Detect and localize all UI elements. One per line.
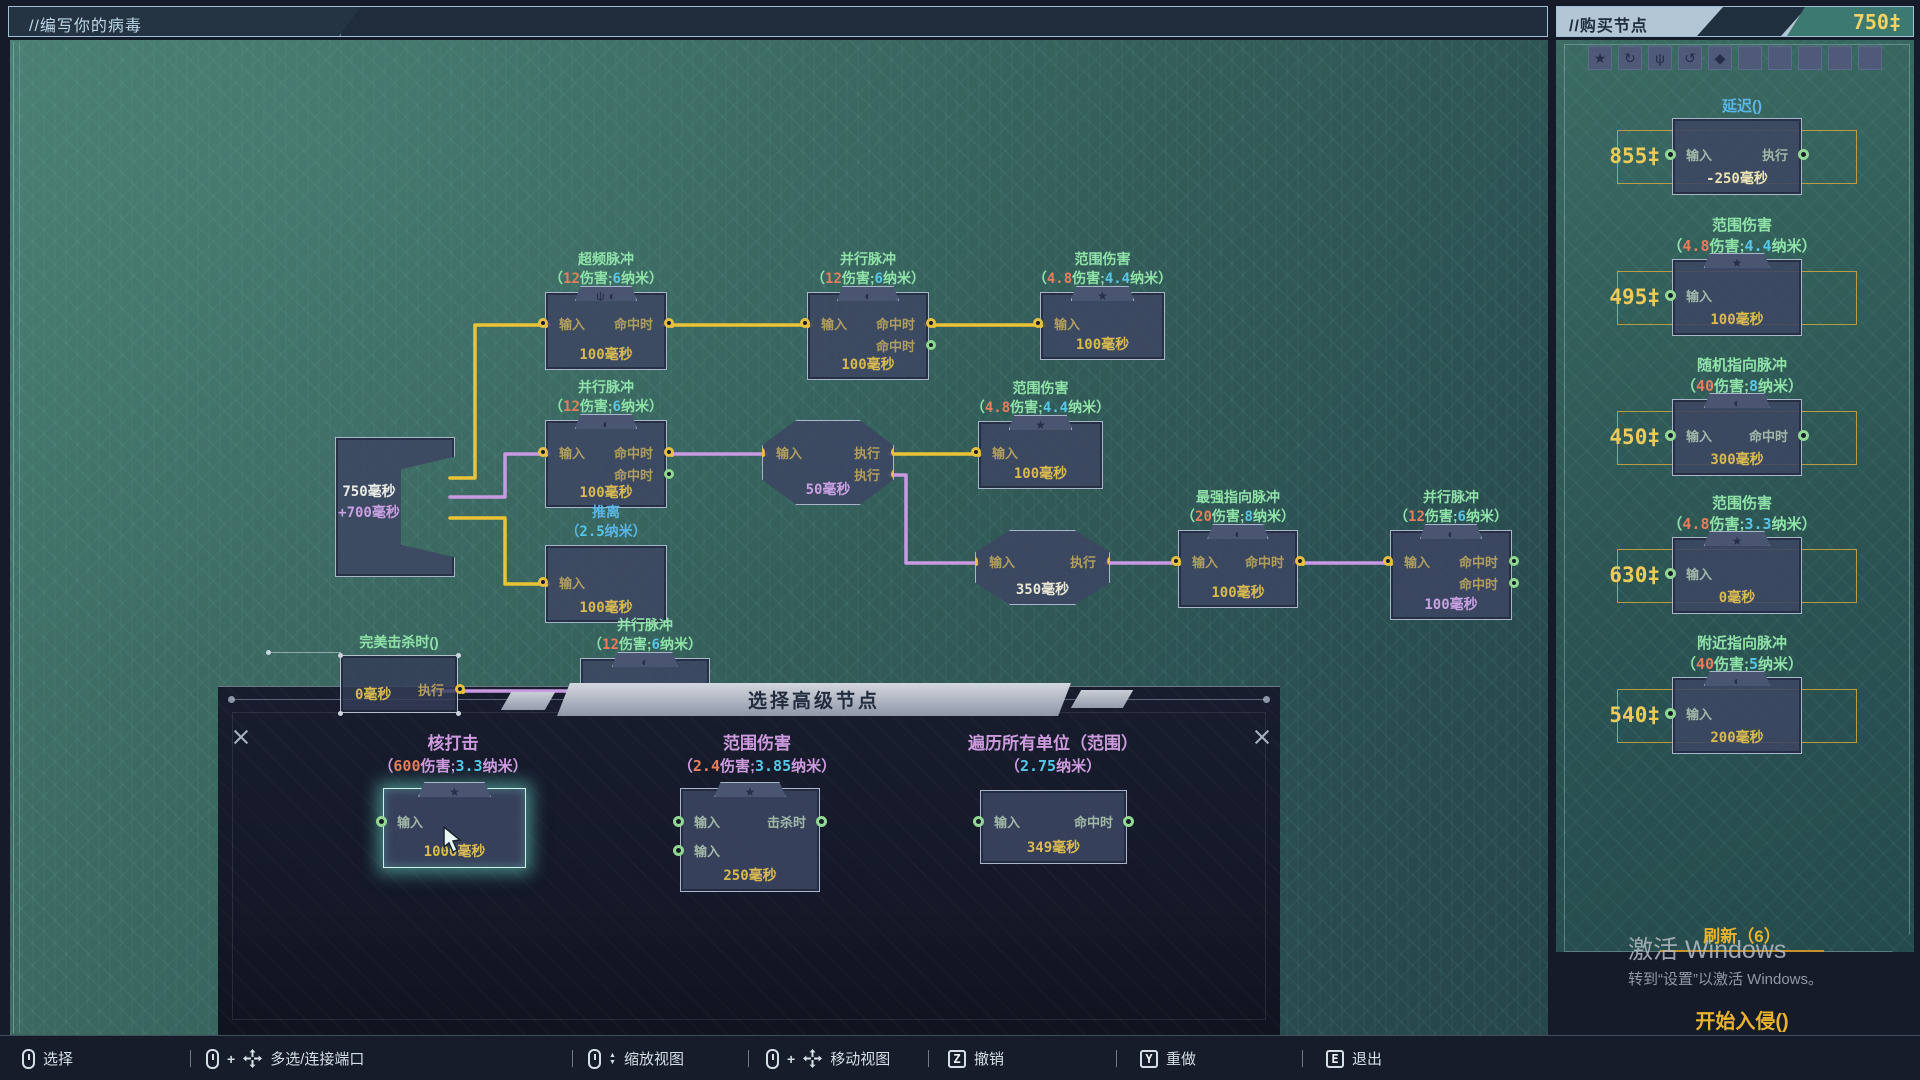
key-icon-e: E: [1326, 1050, 1344, 1068]
subtitle-part: （: [378, 758, 393, 775]
node-icon-tab: ★: [714, 782, 786, 797]
hint-group: Z 撤销: [948, 1036, 1004, 1080]
card-title: 遍历所有单位（范围） （2.75纳米）: [883, 733, 1223, 778]
hint-divider: [1116, 1050, 1117, 1067]
port-label: 输入: [694, 815, 720, 831]
hint-divider: [1302, 1050, 1303, 1067]
hint-group: ▲▼ 缩放视图: [588, 1036, 684, 1080]
app-root: //编写你的病毒 750‡ //购买节点 ★↻ψ↺◆ 超频脉冲（12伤害;6纳米…: [0, 0, 1920, 1080]
node-icon-tab: ★: [418, 782, 491, 797]
on-hit-port[interactable]: [1123, 816, 1134, 827]
key-icon-y: Y: [1140, 1050, 1158, 1068]
card-node-iterate-all-units[interactable]: 输入 命中时 349毫秒: [980, 790, 1127, 864]
gamepad-icon: [22, 1049, 35, 1069]
hint-label: 缩放视图: [624, 1048, 684, 1069]
hint-group: E 退出: [1326, 1036, 1382, 1080]
range-value: 2.75: [1020, 757, 1056, 775]
hint-divider: [190, 1050, 191, 1067]
port-label: 输入: [994, 815, 1020, 831]
hint-group: + 移动视图: [766, 1036, 890, 1080]
range-value: 3.85: [755, 757, 791, 775]
move-cross-icon: [803, 1049, 822, 1068]
input-port[interactable]: [673, 845, 684, 856]
mouse-cursor: [442, 826, 466, 854]
hint-divider: [928, 1050, 929, 1067]
windows-activation-watermark-sub: 转到“设置”以激活 Windows。: [1628, 968, 1823, 989]
star-icon: ★: [745, 785, 756, 799]
hint-label: 撤销: [974, 1048, 1004, 1069]
key-icon-z: Z: [948, 1050, 966, 1068]
hint-divider: [572, 1050, 573, 1067]
input-port[interactable]: [673, 816, 684, 827]
gamepad-icon: [766, 1049, 779, 1069]
subtitle-part: （: [1005, 758, 1020, 775]
subtitle-part: （: [678, 758, 693, 775]
card-node-aoe-damage-card[interactable]: ★输入输入击杀时250毫秒: [680, 788, 820, 892]
plus-icon: +: [227, 1051, 235, 1067]
star-icon: ★: [449, 785, 460, 799]
plus-icon: +: [787, 1051, 795, 1067]
hint-group: 选择: [22, 1036, 73, 1080]
card-title-text: 范围伤害: [723, 734, 791, 753]
damage-value: 600: [393, 757, 420, 775]
hint-label: 退出: [1352, 1048, 1382, 1069]
hint-group: Y 重做: [1140, 1036, 1196, 1080]
gamepad-icon: [206, 1049, 219, 1069]
hint-divider: [748, 1050, 749, 1067]
control-hint-bar: 选择 + 多选/连接端口 ▲▼ 缩放视图 + 移动视图 Z 撤销 Y 重做 E 退出: [0, 1035, 1920, 1080]
card-subtitle: （2.4伤害;3.85纳米）: [587, 755, 927, 778]
subtitle-part: 纳米）: [483, 758, 528, 775]
port-label: 命中时: [1074, 815, 1113, 831]
range-value: 3.3: [456, 757, 483, 775]
hint-group: + 多选/连接端口: [206, 1036, 364, 1080]
gamepad-icon: [588, 1049, 601, 1069]
card-title: 核打击 （600伤害;3.3纳米）: [283, 733, 623, 778]
subtitle-part: 纳米）: [791, 758, 836, 775]
port-label: 输入: [694, 844, 720, 860]
card-title-text: 遍历所有单位（范围）: [968, 734, 1138, 753]
node-duration: 250毫秒: [681, 865, 819, 885]
subtitle-part: 伤害;: [421, 758, 456, 775]
card-subtitle: （600伤害;3.3纳米）: [283, 755, 623, 778]
input-port[interactable]: [973, 816, 984, 827]
port-label: 击杀时: [767, 815, 806, 831]
subtitle-part: 纳米）: [1056, 758, 1101, 775]
node-duration: 349毫秒: [981, 837, 1126, 857]
on-kill-port[interactable]: [816, 816, 827, 827]
subtitle-part: 伤害;: [720, 758, 755, 775]
hint-label: 移动视图: [830, 1048, 890, 1069]
windows-activation-watermark: 激活 Windows: [1628, 930, 1786, 966]
input-port[interactable]: [376, 816, 387, 827]
hint-label: 重做: [1166, 1048, 1196, 1069]
card-title-text: 核打击: [428, 734, 479, 753]
card-title: 范围伤害 （2.4伤害;3.85纳米）: [587, 733, 927, 778]
port-label: 输入: [397, 815, 423, 831]
hint-label: 多选/连接端口: [270, 1048, 364, 1069]
zoom-arrows-icon: ▲▼: [609, 1052, 616, 1066]
hint-label: 选择: [43, 1048, 73, 1069]
card-subtitle: （2.75纳米）: [883, 755, 1223, 778]
damage-value: 2.4: [693, 757, 720, 775]
move-cross-icon: [243, 1049, 262, 1068]
